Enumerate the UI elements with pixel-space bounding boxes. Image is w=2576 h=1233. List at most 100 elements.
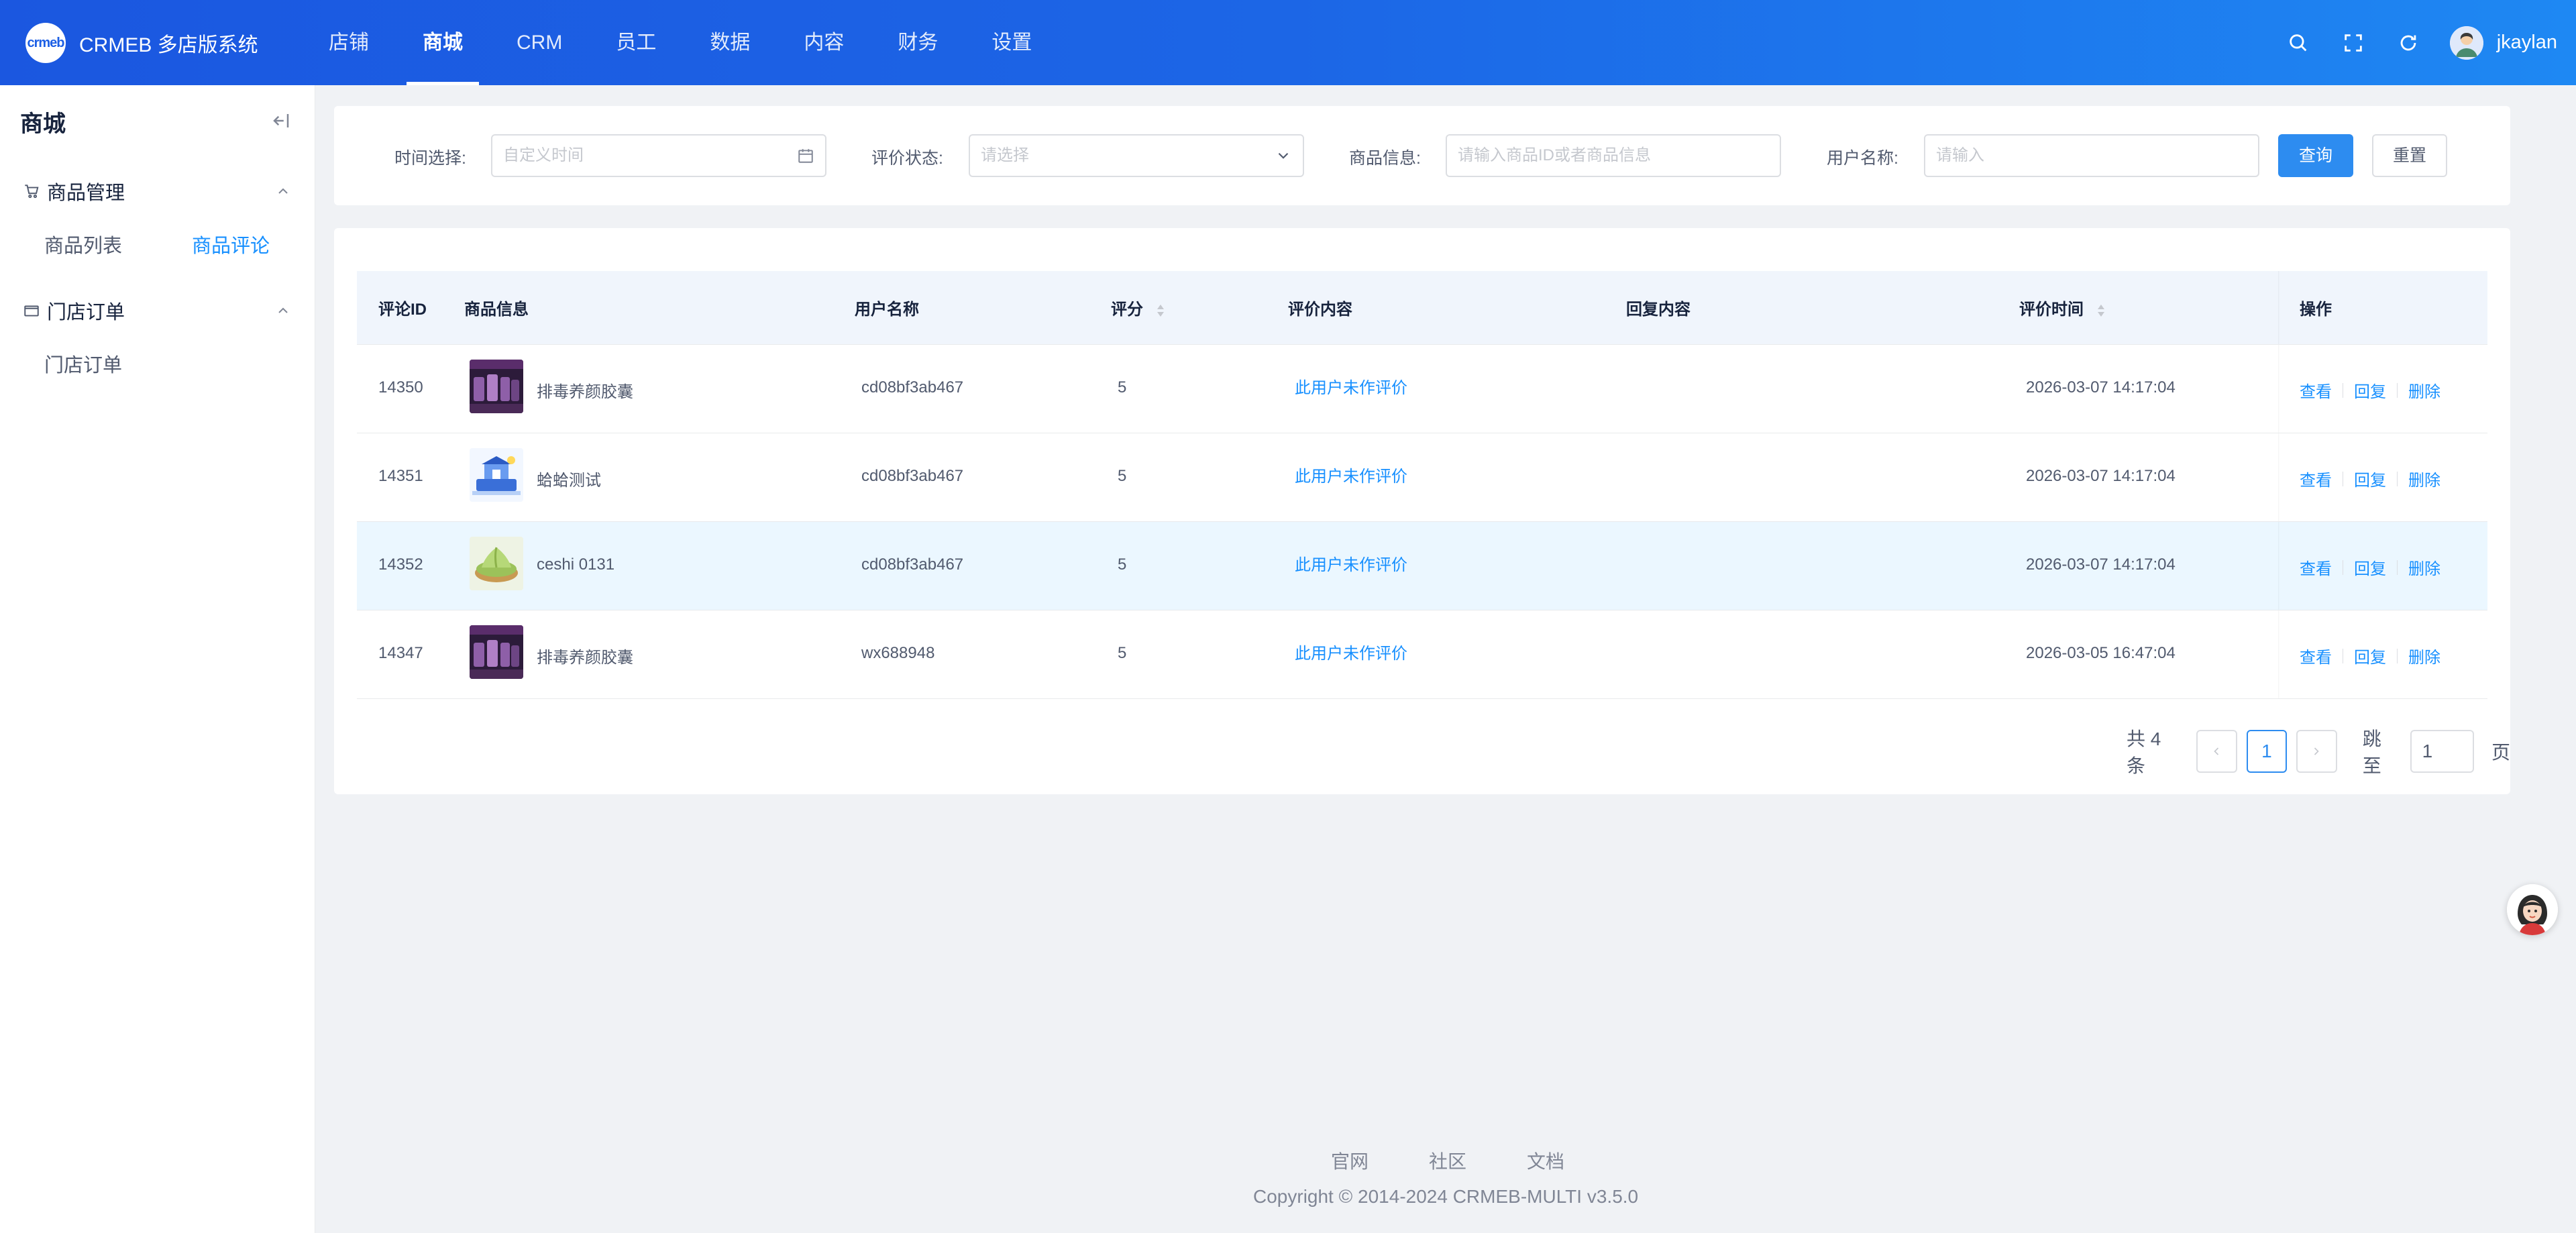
- delete-button[interactable]: 删除: [2408, 644, 2440, 667]
- table-row: 14351 蛤蛤测试 cd08bf3ab467 5 此用户未作评价 2026-0…: [357, 433, 2487, 522]
- nav-item-settings[interactable]: 设置: [975, 0, 1048, 85]
- cart-icon: [25, 184, 39, 199]
- product-thumbnail[interactable]: [470, 537, 523, 590]
- nav-item-staff[interactable]: 员工: [600, 0, 672, 85]
- col-score[interactable]: 评分: [1111, 296, 1165, 319]
- cell-score: 5: [1118, 644, 1127, 662]
- product-thumbnail[interactable]: [470, 448, 523, 502]
- reviews-table: 评论ID 商品信息 用户名称 评分 评价内容 回复内容 评价时间 操作 1435…: [357, 271, 2487, 699]
- collapse-sidebar-icon[interactable]: [271, 111, 291, 131]
- footer-link-docs[interactable]: 文档: [1527, 1147, 1564, 1174]
- page-button-1[interactable]: 1: [2246, 730, 2288, 773]
- fixed-column-divider: [2278, 522, 2279, 610]
- header-tools: jkaylan: [2285, 0, 2557, 85]
- sidebar-item-store-orders[interactable]: 门店订单: [44, 350, 122, 378]
- table-card: 评论ID 商品信息 用户名称 评分 评价内容 回复内容 评价时间 操作 1435…: [334, 228, 2510, 794]
- refresh-icon[interactable]: [2395, 30, 2422, 56]
- nav-item-finance[interactable]: 财务: [881, 0, 954, 85]
- status-placeholder: 请选择: [981, 146, 1029, 164]
- footer-link-website[interactable]: 官网: [1331, 1147, 1368, 1174]
- row-actions: 查看 回复 删除: [2300, 555, 2440, 579]
- reply-button[interactable]: 回复: [2354, 467, 2386, 490]
- view-button[interactable]: 查看: [2300, 378, 2332, 402]
- sidebar-title: 商城: [20, 111, 66, 137]
- nav-item-crm[interactable]: CRM: [500, 0, 578, 85]
- cell-user-name: cd08bf3ab467: [861, 467, 964, 485]
- nav-item-mall[interactable]: 商城: [407, 0, 479, 85]
- delete-button[interactable]: 删除: [2408, 555, 2440, 579]
- chevron-left-icon: [2214, 747, 2219, 755]
- cell-user-name: cd08bf3ab467: [861, 555, 964, 574]
- folder-icon: [24, 305, 39, 317]
- user-avatar[interactable]: [2449, 25, 2483, 60]
- fixed-column-divider: [2278, 433, 2279, 521]
- view-button[interactable]: 查看: [2300, 467, 2332, 490]
- table-row: 14352 ceshi 0131 cd08bf3ab467 5 此用户未作评价 …: [357, 522, 2487, 610]
- reply-button[interactable]: 回复: [2354, 555, 2386, 579]
- menu-head-product-management[interactable]: 商品管理: [0, 164, 315, 218]
- prev-page-button[interactable]: [2196, 730, 2237, 773]
- footer-link-community[interactable]: 社区: [1429, 1147, 1466, 1174]
- nav-item-content[interactable]: 内容: [788, 0, 860, 85]
- cell-review-time: 2026-03-07 14:17:04: [2026, 378, 2176, 396]
- time-range-picker[interactable]: 自定义时间: [491, 134, 826, 177]
- cell-product-name: 蛤蛤测试: [537, 472, 601, 490]
- col-comment: 评价内容: [1288, 301, 1352, 319]
- nav-item-data[interactable]: 数据: [694, 0, 766, 85]
- row-actions: 查看 回复 删除: [2300, 378, 2440, 402]
- delete-button[interactable]: 删除: [2408, 378, 2440, 402]
- fullscreen-icon[interactable]: [2340, 30, 2367, 56]
- col-actions: 操作: [2300, 301, 2332, 319]
- cell-comment: 此用户未作评价: [1295, 468, 1407, 486]
- query-button[interactable]: 查询: [2278, 134, 2353, 177]
- logo-mark-icon: crmeb: [25, 23, 66, 63]
- cell-review-id: 14347: [378, 644, 423, 662]
- sidebar: 商城 商品管理 商品列表 商品评论 门店订单 门店订单: [0, 85, 315, 1233]
- cell-review-id: 14351: [378, 467, 423, 485]
- reset-button[interactable]: 重置: [2372, 134, 2447, 177]
- status-select[interactable]: 请选择: [969, 134, 1304, 177]
- next-page-button[interactable]: [2296, 730, 2337, 773]
- action-divider: [2397, 471, 2398, 486]
- copyright: Copyright © 2014-2024 CRMEB-MULTI v3.5.0: [1253, 1186, 1639, 1207]
- calendar-icon: [798, 149, 813, 163]
- table-row: 14347 排毒养颜胶囊 wx688948 5 此用户未作评价 2026-03-…: [357, 610, 2487, 699]
- col-reply: 回复内容: [1626, 301, 1690, 319]
- cell-review-time: 2026-03-07 14:17:04: [2026, 555, 2176, 574]
- col-review-id: 评论ID: [378, 301, 427, 319]
- col-score-label: 评分: [1111, 301, 1143, 319]
- logo[interactable]: crmeb CRMEB 多店版系统: [25, 23, 258, 63]
- sidebar-item-product-reviews[interactable]: 商品评论: [192, 230, 270, 258]
- nav-item-store[interactable]: 店铺: [313, 0, 385, 85]
- sort-icon[interactable]: [1156, 303, 1165, 318]
- menu-group-product-management: 商品管理 商品列表 商品评论: [0, 164, 315, 270]
- customer-service-avatar[interactable]: [2507, 884, 2558, 935]
- view-button[interactable]: 查看: [2300, 644, 2332, 667]
- fixed-column-divider: [2278, 345, 2279, 433]
- cell-score: 5: [1118, 378, 1127, 396]
- delete-button[interactable]: 删除: [2408, 467, 2440, 490]
- col-review-time-label: 评价时间: [2019, 301, 2084, 319]
- product-thumbnail[interactable]: [470, 625, 523, 679]
- filter-card: 时间选择: 自定义时间 评价状态: 请选择 商品信息: 请输入商品ID或者商品信…: [334, 106, 2510, 205]
- sidebar-item-product-list[interactable]: 商品列表: [44, 230, 122, 258]
- product-thumbnail[interactable]: [470, 360, 523, 413]
- view-button[interactable]: 查看: [2300, 555, 2332, 579]
- time-label: 时间选择:: [394, 149, 466, 168]
- logo-mark-text: crmeb: [27, 35, 64, 50]
- reply-button[interactable]: 回复: [2354, 644, 2386, 667]
- search-icon[interactable]: [2285, 30, 2312, 56]
- product-search-input[interactable]: 请输入商品ID或者商品信息: [1446, 134, 1781, 177]
- jump-page-input[interactable]: 1: [2410, 730, 2474, 773]
- user-name[interactable]: jkaylan: [2497, 32, 2557, 54]
- chevron-down-icon: [1278, 152, 1289, 159]
- reply-button[interactable]: 回复: [2354, 378, 2386, 402]
- col-review-time[interactable]: 评价时间: [2019, 296, 2106, 319]
- user-name-input[interactable]: 请输入: [1924, 134, 2259, 177]
- page-suffix: 页: [2491, 742, 2510, 763]
- sort-icon[interactable]: [2096, 303, 2106, 318]
- cell-comment: 此用户未作评价: [1295, 556, 1407, 574]
- cell-review-time: 2026-03-05 16:47:04: [2026, 644, 2176, 662]
- product-placeholder: 请输入商品ID或者商品信息: [1458, 146, 1651, 164]
- menu-head-store-orders[interactable]: 门店订单: [0, 284, 315, 337]
